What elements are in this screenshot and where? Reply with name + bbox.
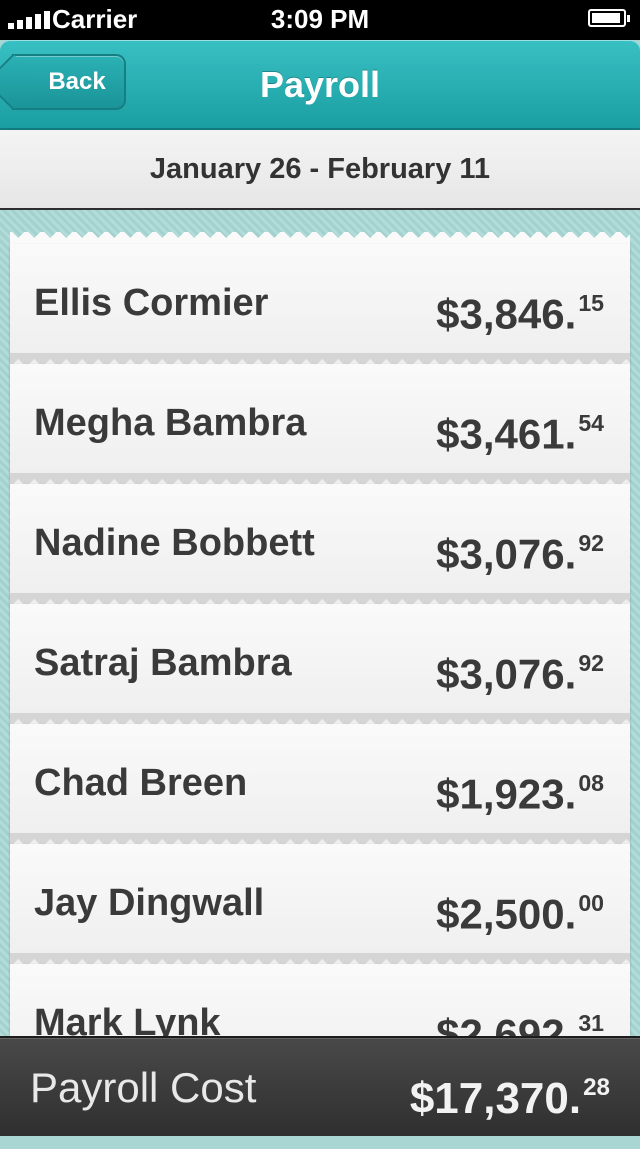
- amount-dollars: $3,461.: [436, 410, 577, 458]
- total-label: Payroll Cost: [30, 1064, 257, 1111]
- employee-name: Ellis Cormier: [34, 282, 269, 324]
- employee-name: Mark Lynk: [34, 1002, 221, 1036]
- amount-dollars: $2,692.: [436, 1010, 577, 1036]
- amount-cents: 00: [578, 890, 604, 916]
- amount-dollars: $3,076.: [436, 530, 577, 578]
- pay-period-header: January 26 - February 11: [0, 130, 640, 210]
- total-amount: $17,370.28: [410, 1038, 610, 1136]
- battery-icon: [588, 9, 630, 27]
- table-row[interactable]: Jay Dingwall $2,500.00: [10, 844, 630, 965]
- employee-name: Chad Breen: [34, 762, 248, 804]
- payroll-cost-footer: Payroll Cost $17,370.28: [0, 1036, 640, 1136]
- status-bar: Carrier 3:09 PM: [0, 0, 640, 40]
- status-time: 3:09 PM: [270, 4, 370, 34]
- receipt-top-edge: [10, 232, 630, 244]
- amount-dollars: $3,076.: [436, 650, 577, 698]
- payroll-list[interactable]: Ellis Cormier $3,846.15 Megha Bambra $3,…: [0, 210, 640, 1036]
- amount-cents: 92: [578, 650, 604, 676]
- table-row[interactable]: Chad Breen $1,923.08: [10, 724, 630, 845]
- employee-amount: $2,500.00: [436, 844, 604, 964]
- table-row[interactable]: Satraj Bambra $3,076.92: [10, 604, 630, 725]
- receipt: Ellis Cormier $3,846.15 Megha Bambra $3,…: [10, 232, 630, 1036]
- employee-name: Satraj Bambra: [34, 642, 292, 684]
- amount-dollars: $3,846.: [436, 290, 577, 338]
- amount-dollars: $1,923.: [436, 770, 577, 818]
- amount-cents: 31: [578, 1010, 604, 1036]
- employee-amount: $1,923.08: [436, 724, 604, 844]
- table-row[interactable]: Megha Bambra $3,461.54: [10, 364, 630, 485]
- back-button[interactable]: Back: [12, 54, 126, 110]
- employee-name: Jay Dingwall: [34, 882, 265, 924]
- navigation-bar: Back Payroll: [0, 40, 640, 128]
- amount-dollars: $2,500.: [436, 890, 577, 938]
- employee-amount: $3,846.15: [436, 244, 604, 364]
- employee-amount: $3,076.92: [436, 484, 604, 604]
- amount-cents: 15: [578, 290, 604, 316]
- amount-cents: 08: [578, 770, 604, 796]
- employee-amount: $3,461.54: [436, 364, 604, 484]
- amount-cents: 54: [578, 410, 604, 436]
- employee-name: Megha Bambra: [34, 402, 307, 444]
- employee-amount: $2,692.31: [436, 964, 604, 1036]
- table-row[interactable]: Ellis Cormier $3,846.15: [10, 244, 630, 365]
- table-row[interactable]: Mark Lynk $2,692.31: [10, 964, 630, 1036]
- employee-name: Nadine Bobbett: [34, 522, 315, 564]
- back-button-label: Back: [48, 68, 106, 95]
- amount-cents: 92: [578, 530, 604, 556]
- employee-amount: $3,076.92: [436, 604, 604, 724]
- total-cents: 28: [583, 1074, 610, 1101]
- table-row[interactable]: Nadine Bobbett $3,076.92: [10, 484, 630, 605]
- total-dollars: $17,370.: [409, 1074, 582, 1124]
